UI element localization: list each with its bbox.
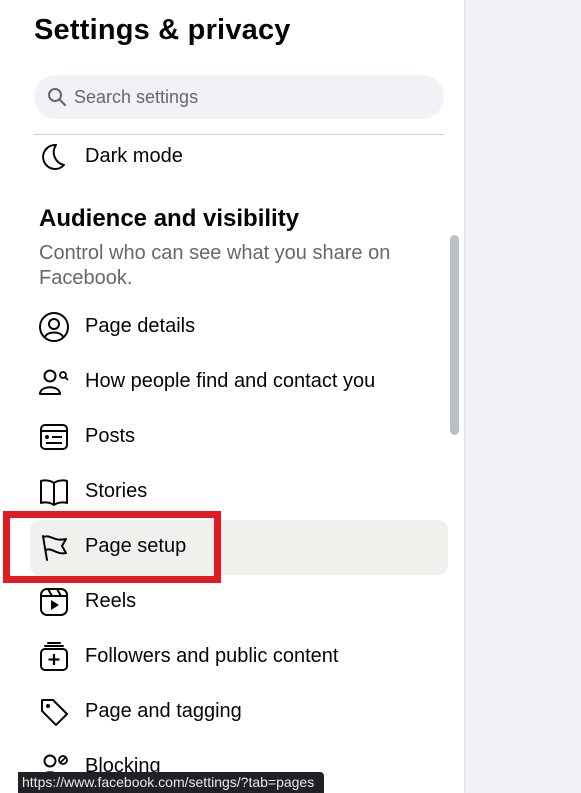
link-status-bar: https://www.facebook.com/settings/?tab=p… — [18, 772, 325, 793]
followers-icon — [38, 641, 70, 673]
settings-item-label: Reels — [85, 590, 137, 612]
search-input[interactable]: Search settings — [34, 75, 444, 119]
settings-item-tagging[interactable]: Page and tagging — [30, 685, 448, 740]
book-icon — [38, 476, 70, 508]
scrollbar[interactable] — [450, 235, 459, 435]
settings-item-posts[interactable]: Posts — [30, 410, 448, 465]
settings-item-reels[interactable]: Reels — [30, 575, 448, 630]
tag-icon — [38, 696, 70, 728]
settings-item-find-contact[interactable]: How people find and contact you — [30, 355, 448, 410]
settings-item-page-details[interactable]: Page details — [30, 300, 448, 355]
settings-sidebar: Settings & privacy Search settings Dark … — [0, 0, 464, 793]
settings-item-label: Page details — [85, 315, 196, 337]
settings-item-label: Posts — [85, 425, 136, 447]
settings-item-followers[interactable]: Followers and public content — [30, 630, 448, 685]
settings-item-label: Page and tagging — [85, 700, 242, 722]
page-title: Settings & privacy — [34, 14, 291, 46]
settings-item-label: Dark mode — [85, 145, 183, 167]
user-circle-icon — [38, 311, 70, 343]
section-description: Control who can see what you share on Fa… — [39, 242, 391, 289]
moon-icon — [38, 141, 70, 173]
settings-item-dark-mode[interactable]: Dark mode — [30, 130, 448, 185]
posts-icon — [38, 421, 70, 453]
people-search-icon — [38, 366, 70, 398]
section-title: Audience and visibility — [39, 205, 300, 232]
search-icon — [47, 87, 67, 107]
settings-item-label: Followers and public content — [85, 645, 339, 667]
settings-item-label: How people find and contact you — [85, 370, 376, 392]
reels-icon — [38, 586, 70, 618]
search-placeholder: Search settings — [74, 87, 199, 107]
annotation-highlight-box — [3, 511, 221, 583]
settings-item-label: Stories — [85, 480, 148, 502]
